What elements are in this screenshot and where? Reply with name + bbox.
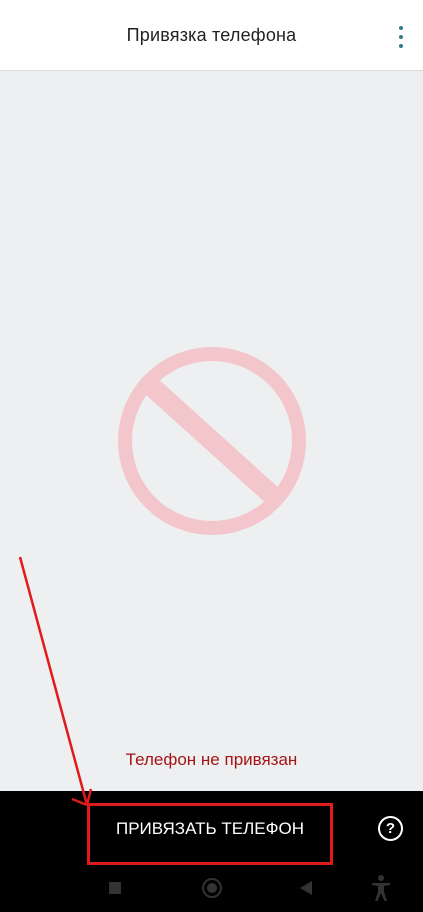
home-icon[interactable]	[202, 878, 222, 898]
page-title: Привязка телефона	[126, 24, 297, 45]
status-text: Телефон не привязан	[125, 750, 298, 769]
app-header: Привязка телефона	[0, 0, 423, 71]
main-content: Телефон не привязан	[0, 72, 423, 791]
no-entry-icon	[118, 347, 306, 535]
more-vert-icon[interactable]	[393, 26, 409, 48]
bottom-bar: ПРИВЯЗАТЬ ТЕЛЕФОН ?	[0, 791, 423, 912]
bind-phone-button[interactable]: ПРИВЯЗАТЬ ТЕЛЕФОН	[87, 803, 333, 865]
accessibility-icon[interactable]	[370, 874, 392, 902]
back-icon[interactable]	[300, 881, 312, 895]
system-navbar	[0, 869, 423, 912]
help-button[interactable]: ?	[378, 816, 403, 841]
recent-apps-icon[interactable]	[109, 882, 121, 894]
